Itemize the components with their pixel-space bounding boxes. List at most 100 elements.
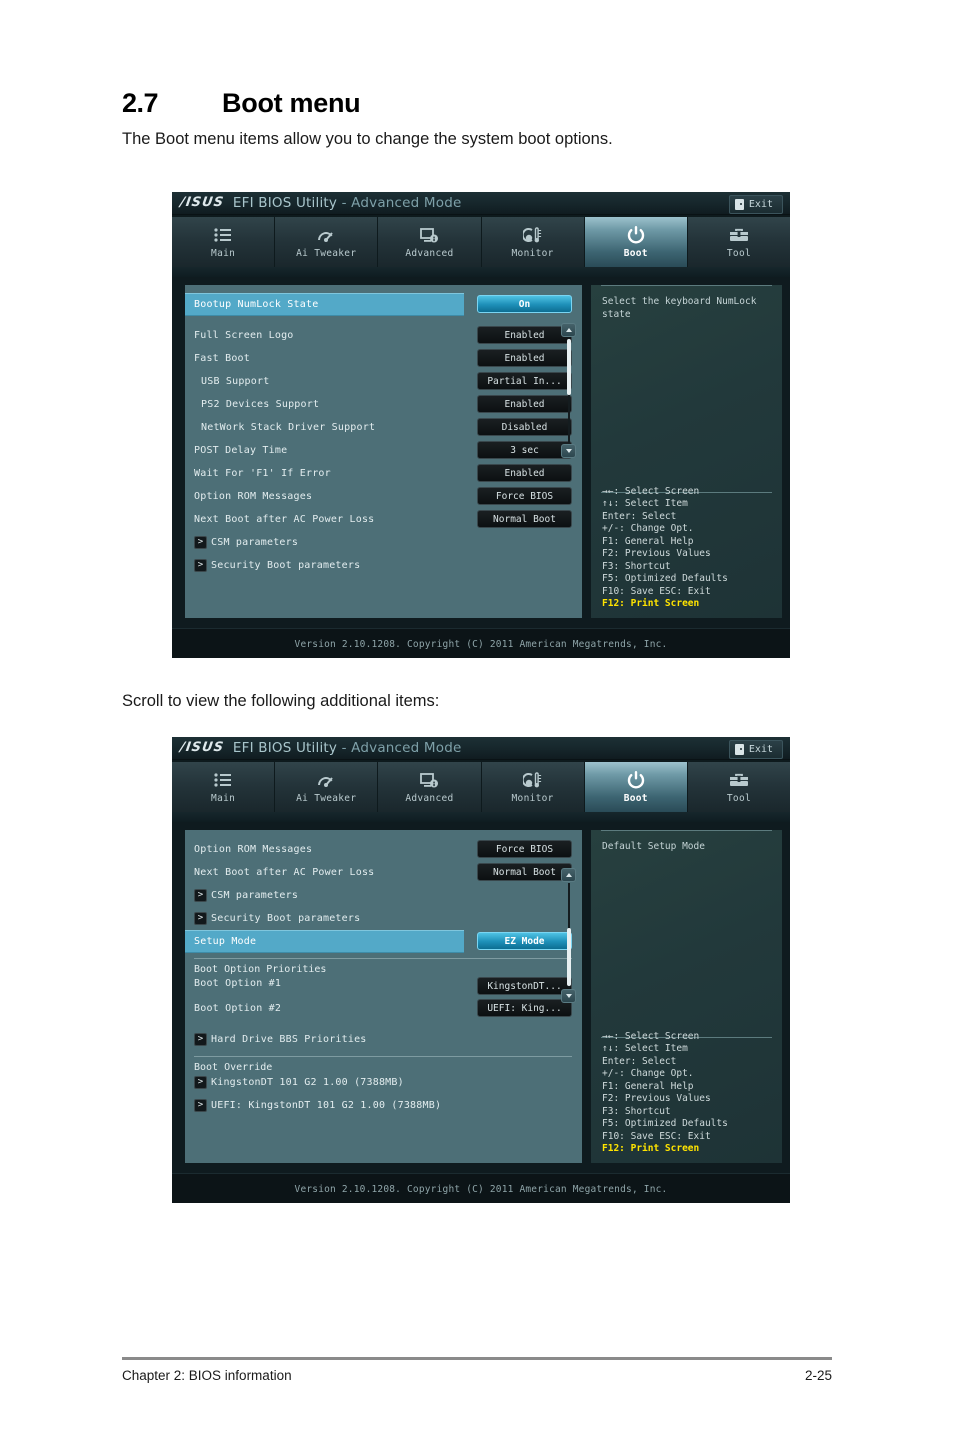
power-icon <box>626 770 646 790</box>
intro-paragraph: The Boot menu items allow you to change … <box>122 130 613 148</box>
tab-tool-label: Tool <box>726 248 751 259</box>
tab-advanced[interactable]: Advanced <box>378 762 481 812</box>
scroll-up-button[interactable] <box>561 868 576 882</box>
setting-row-next-boot-after-ac-power-loss[interactable]: Next Boot after AC Power Loss Normal Boo… <box>185 861 582 884</box>
legend-line: F10: Save ESC: Exit <box>602 585 711 597</box>
scrollbar-thumb[interactable] <box>566 928 571 986</box>
setting-value-ps2-devices-support[interactable]: Enabled <box>477 395 572 413</box>
boot-override-item-1[interactable]: > KingstonDT 101 G2 1.00 (7388MB) <box>185 1073 582 1091</box>
setting-row-usb-support[interactable]: USB Support Partial In... <box>185 370 582 393</box>
tab-ai-tweaker[interactable]: Ai Tweaker <box>275 217 378 267</box>
exit-button[interactable]: Exit <box>728 195 783 214</box>
setting-label: Wait For 'F1' If Error <box>194 468 331 479</box>
setting-label: Fast Boot <box>194 353 250 364</box>
setting-value-network-stack-driver-support[interactable]: Disabled <box>477 418 572 436</box>
setting-row-setup-mode[interactable]: Setup Mode <box>185 930 464 953</box>
setting-value-setup-mode[interactable]: EZ Mode <box>477 932 572 950</box>
scroll-down-button[interactable] <box>561 989 576 1003</box>
setting-label: Setup Mode <box>194 936 257 947</box>
setting-row-option-rom-messages[interactable]: Option ROM Messages Force BIOS <box>185 838 582 861</box>
bios-screenshot-1: /ISUS EFI BIOS Utility - Advanced Mode E… <box>172 192 790 658</box>
setting-value-usb-support[interactable]: Partial In... <box>477 372 572 390</box>
tab-advanced[interactable]: Advanced <box>378 217 481 267</box>
setting-value-next-boot-after-ac-power-loss[interactable]: Normal Boot <box>477 863 572 881</box>
tab-tool[interactable]: Tool <box>687 762 790 812</box>
gauge-icon <box>316 770 336 790</box>
chevron-right-icon: > <box>194 536 207 549</box>
setting-value-bootup-numlock[interactable]: On <box>477 295 572 313</box>
setting-value-option-rom-messages[interactable]: Force BIOS <box>477 840 572 858</box>
scrollbar-thumb[interactable] <box>566 339 571 395</box>
setting-row-next-boot-after-ac-power-loss[interactable]: Next Boot after AC Power Loss Normal Boo… <box>185 508 582 531</box>
help-pane-2: Default Setup Mode →←: Select Screen ↑↓:… <box>591 830 782 1163</box>
setting-row-fast-boot[interactable]: Fast Boot Enabled <box>185 347 582 370</box>
setting-value-post-delay-time[interactable]: 3 sec <box>477 441 572 459</box>
tab-boot[interactable]: Boot <box>584 217 687 267</box>
setting-label: Option ROM Messages <box>194 491 313 502</box>
submenu-label: CSM parameters <box>211 537 299 548</box>
page-title: 2.7 Boot menu <box>122 88 361 119</box>
setting-value-next-boot-after-ac-power-loss[interactable]: Normal Boot <box>477 510 572 528</box>
tab-monitor[interactable]: Monitor <box>481 217 584 267</box>
setting-row-network-stack-driver-support[interactable]: NetWork Stack Driver Support Disabled <box>185 416 582 439</box>
tab-main[interactable]: Main <box>172 217 275 267</box>
submenu-label: Security Boot parameters <box>211 560 361 571</box>
legend-line: +/-: Change Opt. <box>602 523 694 535</box>
submenu-row-hard-drive-bbs-priorities[interactable]: > Hard Drive BBS Priorities <box>185 1028 582 1051</box>
help-pane-1: Select the keyboard NumLock state →←: Se… <box>591 285 782 618</box>
legend-line: ↑↓: Select Item <box>602 498 688 510</box>
tab-main[interactable]: Main <box>172 762 275 812</box>
asus-logo: /ISUS <box>179 195 225 210</box>
legend-line: F5: Optimized Defaults <box>602 1118 728 1130</box>
setting-row-option-rom-messages[interactable]: Option ROM Messages Force BIOS <box>185 485 582 508</box>
tab-boot-label: Boot <box>623 793 648 804</box>
tab-boot[interactable]: Boot <box>584 762 687 812</box>
legend-line: F3: Shortcut <box>602 560 671 572</box>
bios-screenshot-2: /ISUS EFI BIOS Utility - Advanced Mode E… <box>172 737 790 1203</box>
exit-door-icon <box>734 744 744 755</box>
scroll-down-button[interactable] <box>561 444 576 458</box>
thermometer-icon <box>523 770 542 790</box>
manual-page: 2.7 Boot menu The Boot menu items allow … <box>0 0 954 1438</box>
submenu-row-csm-parameters[interactable]: > CSM parameters <box>185 531 582 554</box>
setting-row-wait-for-f1-if-error[interactable]: Wait For 'F1' If Error Enabled <box>185 462 582 485</box>
submenu-row-security-boot-parameters[interactable]: > Security Boot parameters <box>185 554 582 577</box>
settings-scrollbar-1[interactable] <box>561 323 576 458</box>
toolbox-icon <box>729 770 749 790</box>
setting-row-post-delay-time[interactable]: POST Delay Time 3 sec <box>185 439 582 462</box>
boot-override-item-2[interactable]: > UEFI: KingstonDT 101 G2 1.00 (7388MB) <box>185 1096 582 1114</box>
tab-tool[interactable]: Tool <box>687 217 790 267</box>
setting-row-ps2-devices-support[interactable]: PS2 Devices Support Enabled <box>185 393 582 416</box>
page-footer-pagenumber: 2-25 <box>804 1368 832 1383</box>
setting-value-wait-for-f1-if-error[interactable]: Enabled <box>477 464 572 482</box>
legend-line: F2: Previous Values <box>602 1093 711 1105</box>
help-text-1: Select the keyboard NumLock state <box>602 296 757 321</box>
setting-row-boot-option-2[interactable]: Boot Option #2 UEFI: King... <box>185 997 582 1020</box>
legend-line: →←: Select Screen <box>602 1030 700 1042</box>
scroll-up-button[interactable] <box>561 323 576 337</box>
setting-value-boot-option-1[interactable]: KingstonDT... <box>477 977 572 995</box>
setting-value-option-rom-messages[interactable]: Force BIOS <box>477 487 572 505</box>
settings-list-2: Option ROM Messages Force BIOS Next Boot… <box>185 830 582 1163</box>
key-legend-2: →←: Select Screen ↑↓: Select Item Enter:… <box>602 1031 728 1156</box>
setting-row-full-screen-logo[interactable]: Full Screen Logo Enabled <box>185 324 582 347</box>
setting-value-boot-option-2[interactable]: UEFI: King... <box>477 999 572 1017</box>
section-title: Boot menu <box>222 88 361 118</box>
tab-ai-tweaker[interactable]: Ai Tweaker <box>275 762 378 812</box>
settings-scrollbar-2[interactable] <box>561 868 576 1003</box>
settings-list-1: Bootup NumLock State On Full Screen Logo… <box>185 285 582 618</box>
tab-main-label: Main <box>211 248 236 259</box>
page-footer-divider <box>122 1357 832 1360</box>
setting-value-fast-boot[interactable]: Enabled <box>477 349 572 367</box>
submenu-row-csm-parameters[interactable]: > CSM parameters <box>185 884 582 907</box>
exit-button[interactable]: Exit <box>728 740 783 759</box>
submenu-label: Hard Drive BBS Priorities <box>211 1034 367 1045</box>
list-icon <box>214 770 232 790</box>
submenu-row-security-boot-parameters[interactable]: > Security Boot parameters <box>185 907 582 930</box>
tab-monitor[interactable]: Monitor <box>481 762 584 812</box>
gauge-icon <box>316 225 336 245</box>
setting-value-full-screen-logo[interactable]: Enabled <box>477 326 572 344</box>
setting-row-bootup-numlock[interactable]: Bootup NumLock State <box>185 293 464 316</box>
legend-line: F3: Shortcut <box>602 1105 671 1117</box>
